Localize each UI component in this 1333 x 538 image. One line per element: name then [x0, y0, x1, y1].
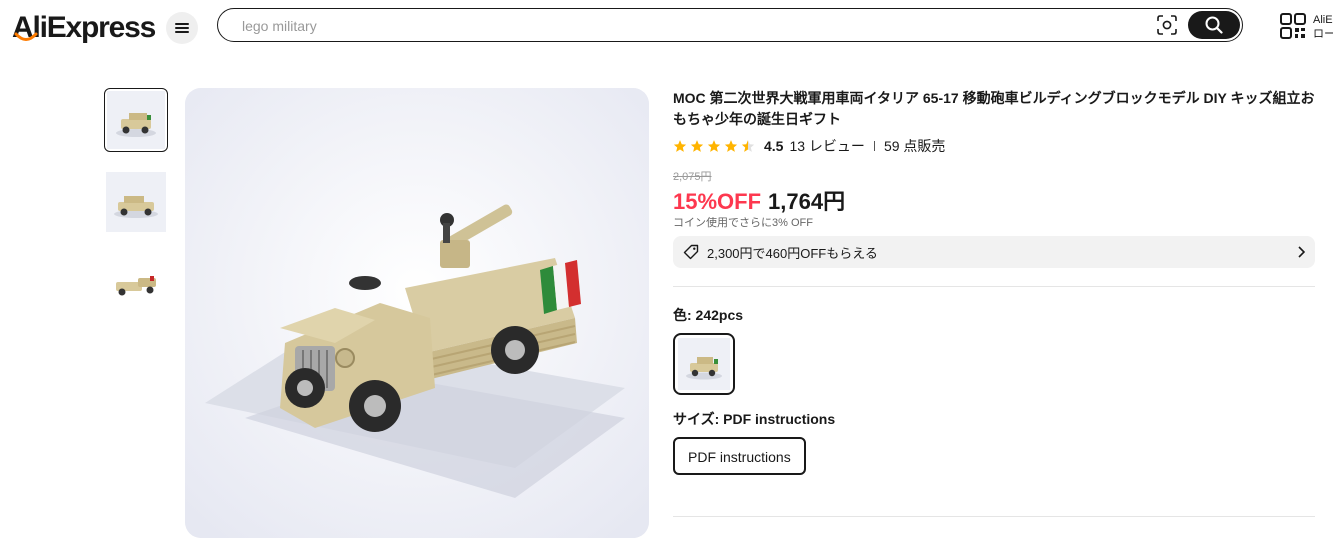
menu-button[interactable] — [166, 12, 198, 44]
coupon-text: 2,300円で460円OFFもらえる — [707, 245, 878, 261]
coupon-tag-icon — [683, 244, 699, 260]
coin-discount-note: コイン使用でさらに3% OFF — [673, 217, 813, 229]
thumbnail-3[interactable] — [104, 252, 168, 316]
app-download-button[interactable] — [1280, 13, 1306, 39]
bottom-divider — [673, 516, 1315, 517]
coupon-banner[interactable]: 2,300円で460円OFFもらえる — [673, 236, 1315, 268]
rating-score: 4.5 — [764, 138, 784, 154]
half-star-icon — [741, 140, 755, 152]
price-row: 15%OFF 1,764円 — [673, 184, 1315, 214]
search-box — [217, 8, 1243, 42]
size-option-label: サイズ: PDF instructions — [673, 411, 836, 427]
separator — [873, 141, 875, 151]
star-icon — [707, 140, 721, 152]
qr-code-icon — [1280, 13, 1306, 39]
thumbnail-2[interactable] — [104, 170, 168, 234]
logo-smile-icon — [14, 32, 38, 41]
camera-scan-icon — [1157, 15, 1177, 35]
product-info: MOC 第二次世界大戦軍用車両イタリア 65-17 移動砲車ビルディングブロック… — [673, 88, 1315, 475]
review-count[interactable]: 13 レビュー — [789, 136, 864, 156]
image-search-button[interactable] — [1156, 15, 1178, 35]
thumbnail-1[interactable] — [104, 88, 168, 152]
size-option-pdf-instructions[interactable]: PDF instructions — [673, 437, 806, 475]
star-icon — [724, 140, 738, 152]
color-option-label: 色: 242pcs — [673, 307, 744, 323]
discount-badge: 15%OFF — [673, 189, 762, 214]
app-line-1: AliE — [1313, 14, 1333, 26]
sold-count: 59 点販売 — [883, 138, 946, 154]
military-vehicle-image — [185, 88, 649, 538]
hamburger-icon — [175, 23, 189, 33]
vehicle-thumb-image — [107, 91, 165, 149]
color-option-242pcs[interactable] — [673, 333, 735, 395]
search-icon — [1205, 16, 1223, 34]
star-icon — [690, 140, 704, 152]
main-product-image[interactable] — [185, 88, 649, 538]
aliexpress-logo[interactable]: AliExpress — [12, 10, 156, 46]
vehicle-swatch-image — [678, 338, 730, 390]
chevron-right-icon — [1297, 246, 1306, 261]
rating-row[interactable]: 4.5 13 レビュー 59 点販売 — [673, 136, 1315, 156]
vehicle-thumb-image — [106, 172, 166, 232]
current-price: 1,764円 — [768, 189, 846, 214]
vehicle-thumb-image — [106, 254, 166, 314]
app-download-text[interactable]: AliE ロー — [1313, 13, 1333, 41]
original-price: 2,075円 — [673, 171, 712, 183]
product-title: MOC 第二次世界大戦軍用車両イタリア 65-17 移動砲車ビルディングブロック… — [673, 90, 1315, 127]
divider — [673, 286, 1315, 287]
search-button[interactable] — [1188, 11, 1240, 39]
star-icon — [673, 140, 687, 152]
star-rating — [673, 139, 755, 153]
top-header: AliExpress lego military AliE ロー — [0, 0, 1333, 56]
app-line-2: ロー — [1313, 28, 1333, 40]
search-input[interactable] — [240, 9, 1124, 42]
